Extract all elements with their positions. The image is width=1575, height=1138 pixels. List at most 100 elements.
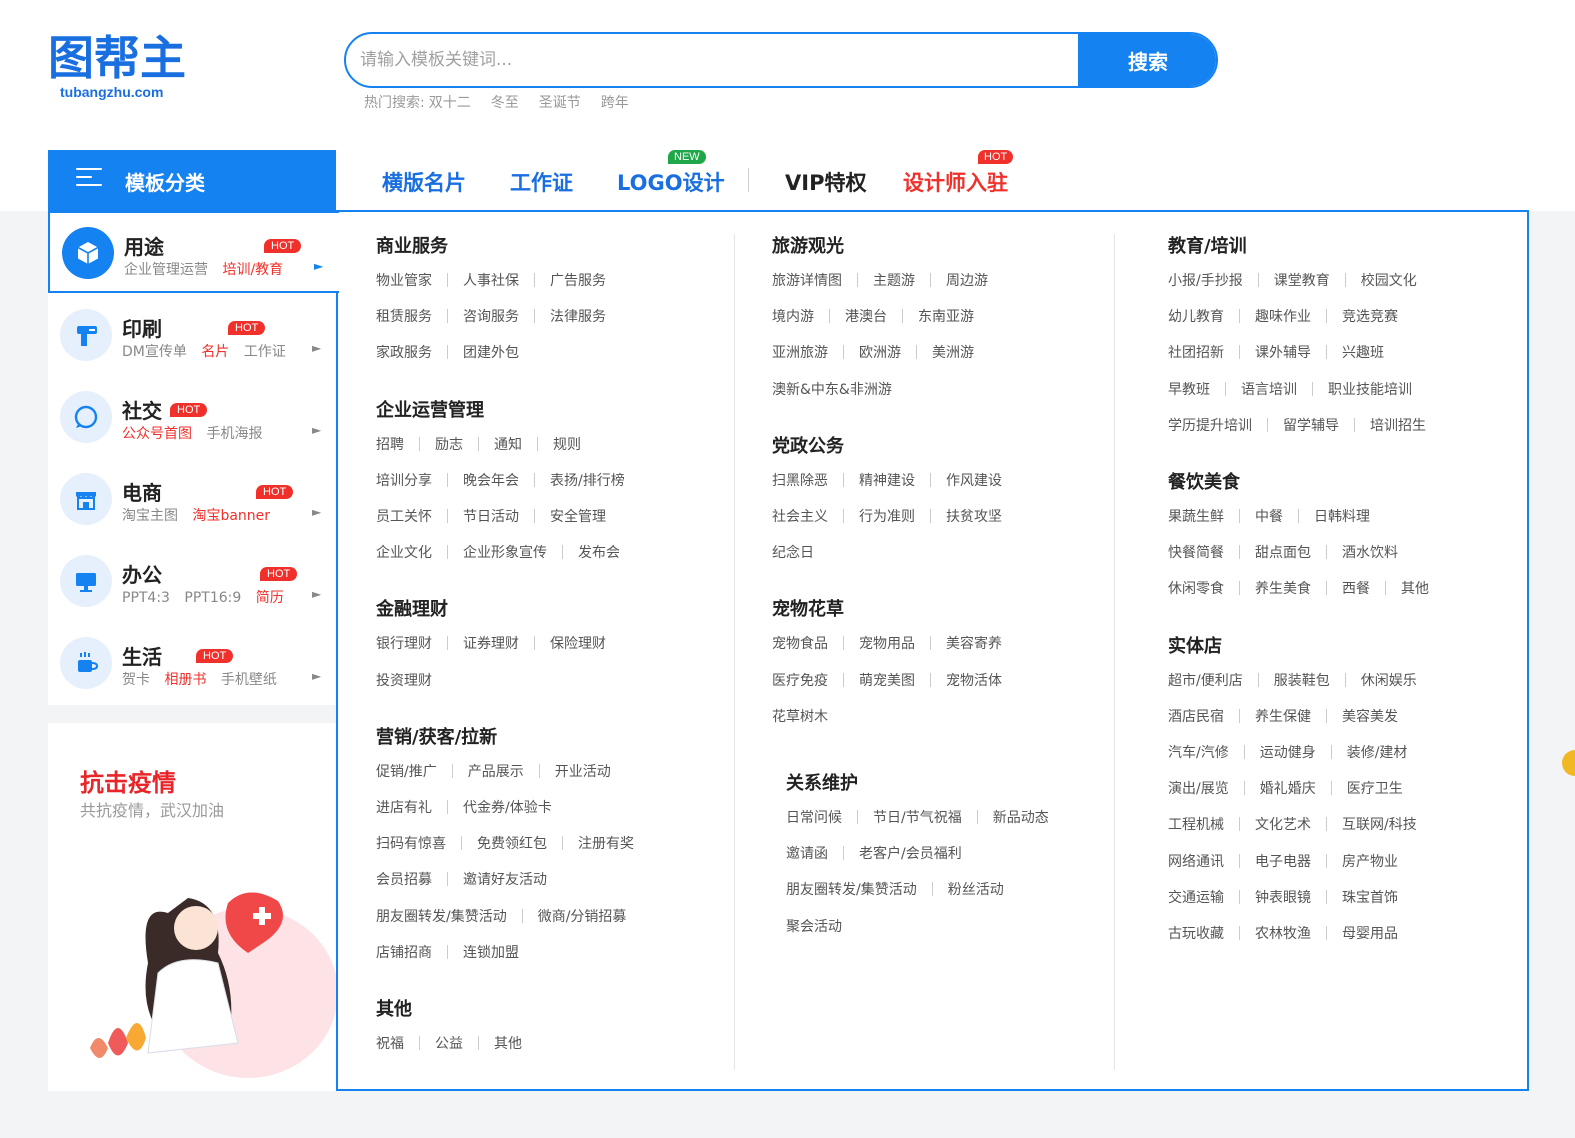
sidebar-sub-link[interactable]: PPT4:3	[122, 590, 170, 606]
category-link[interactable]: 表扬/排行榜	[550, 470, 625, 490]
category-link[interactable]: 服装鞋包	[1274, 670, 1330, 690]
search-input[interactable]	[360, 34, 1060, 86]
category-link[interactable]: 广告服务	[550, 270, 606, 290]
category-link[interactable]: 朋友圈转发/集赞活动	[786, 879, 917, 899]
sidebar-sub-link[interactable]: 淘宝banner	[192, 508, 270, 524]
sidebar-item-ecommerce[interactable]: 电商 HOT 淘宝主图 淘宝banner ►	[48, 459, 336, 541]
category-link[interactable]: 中餐	[1255, 506, 1283, 526]
category-link[interactable]: 语言培训	[1241, 379, 1297, 399]
category-link[interactable]: 促销/推广	[376, 761, 437, 781]
category-link[interactable]: 晚会年会	[463, 470, 519, 490]
sidebar-sub-link[interactable]: 名片	[201, 344, 229, 360]
category-link[interactable]: 汽车/汽修	[1168, 742, 1229, 762]
sidebar-sub-link[interactable]: 培训/教育	[222, 262, 283, 278]
category-link[interactable]: 团建外包	[463, 342, 519, 362]
category-link[interactable]: 果蔬生鲜	[1168, 506, 1224, 526]
category-link[interactable]: 邀请好友活动	[463, 869, 547, 889]
category-link[interactable]: 咨询服务	[463, 306, 519, 326]
category-link[interactable]: 医疗卫生	[1347, 778, 1403, 798]
category-link[interactable]: 扫黑除恶	[772, 470, 828, 490]
nav-vip[interactable]: VIP特权	[785, 167, 866, 197]
nav-logo-design[interactable]: LOGO设计	[617, 167, 725, 197]
category-link[interactable]: 美容寄养	[946, 633, 1002, 653]
epidemic-banner[interactable]: 抗击疫情 共抗疫情，武汉加油	[48, 723, 336, 1091]
category-link[interactable]: 新品动态	[993, 807, 1049, 827]
category-link[interactable]: 珠宝首饰	[1342, 887, 1398, 907]
category-link[interactable]: 纪念日	[772, 542, 814, 562]
category-link[interactable]: 银行理财	[376, 633, 432, 653]
category-link[interactable]: 家政服务	[376, 342, 432, 362]
site-logo[interactable]: 图帮主 tubangzhu.com	[48, 32, 198, 102]
sidebar-sub-link[interactable]: 贺卡	[122, 672, 150, 688]
category-link[interactable]: 进店有礼	[376, 797, 432, 817]
category-link[interactable]: 婚礼婚庆	[1260, 778, 1316, 798]
category-link[interactable]: 网络通讯	[1168, 851, 1224, 871]
category-link[interactable]: 互联网/科技	[1342, 814, 1417, 834]
category-link[interactable]: 钟表眼镜	[1255, 887, 1311, 907]
category-link[interactable]: 人事社保	[463, 270, 519, 290]
sidebar-sub-link[interactable]: 手机海报	[206, 426, 262, 442]
category-link[interactable]: 文化艺术	[1255, 814, 1311, 834]
category-link[interactable]: 精神建设	[859, 470, 915, 490]
category-link[interactable]: 小报/手抄报	[1168, 270, 1243, 290]
category-link[interactable]: 超市/便利店	[1168, 670, 1243, 690]
category-link[interactable]: 投资理财	[376, 670, 432, 690]
category-link[interactable]: 甜点面包	[1255, 542, 1311, 562]
category-link[interactable]: 粉丝活动	[948, 879, 1004, 899]
hot-search-item[interactable]: 双十二	[429, 92, 471, 112]
category-link[interactable]: 早教班	[1168, 379, 1210, 399]
category-link[interactable]: 课堂教育	[1274, 270, 1330, 290]
sidebar-sub-link[interactable]: 手机壁纸	[221, 672, 277, 688]
category-link[interactable]: 古玩收藏	[1168, 923, 1224, 943]
category-link[interactable]: 培训招生	[1370, 415, 1426, 435]
category-link[interactable]: 代金券/体验卡	[463, 797, 552, 817]
category-link[interactable]: 保险理财	[550, 633, 606, 653]
category-link[interactable]: 公益	[435, 1033, 463, 1053]
category-link[interactable]: 租赁服务	[376, 306, 432, 326]
category-link[interactable]: 证券理财	[463, 633, 519, 653]
category-link[interactable]: 交通运输	[1168, 887, 1224, 907]
category-link[interactable]: 留学辅导	[1283, 415, 1339, 435]
category-link[interactable]: 社团招新	[1168, 342, 1224, 362]
category-link[interactable]: 会员招募	[376, 869, 432, 889]
category-link[interactable]: 发布会	[578, 542, 620, 562]
category-link[interactable]: 节日活动	[463, 506, 519, 526]
category-link[interactable]: 物业管家	[376, 270, 432, 290]
category-link[interactable]: 西餐	[1342, 578, 1370, 598]
category-link[interactable]: 美洲游	[932, 342, 974, 362]
sidebar-item-usage[interactable]: 用途 HOT 企业管理运营 培训/教育 ►	[48, 211, 339, 293]
category-link[interactable]: 规则	[553, 434, 581, 454]
nav-designer-join[interactable]: 设计师入驻	[903, 167, 1008, 197]
category-link[interactable]: 农林牧渔	[1255, 923, 1311, 943]
category-link[interactable]: 美容美发	[1342, 706, 1398, 726]
nav-work-badge[interactable]: 工作证	[510, 167, 573, 197]
category-link[interactable]: 澳新&中东&非洲游	[772, 379, 892, 399]
category-link[interactable]: 其他	[494, 1033, 522, 1053]
category-link[interactable]: 注册有奖	[578, 833, 634, 853]
sidebar-sub-link[interactable]: 公众号首图	[122, 426, 192, 442]
category-link[interactable]: 酒水饮料	[1342, 542, 1398, 562]
category-link[interactable]: 企业文化	[376, 542, 432, 562]
category-link[interactable]: 通知	[494, 434, 522, 454]
category-link[interactable]: 法律服务	[550, 306, 606, 326]
category-link[interactable]: 竞选竞赛	[1342, 306, 1398, 326]
category-link[interactable]: 休闲娱乐	[1361, 670, 1417, 690]
category-link[interactable]: 其他	[1401, 578, 1429, 598]
category-link[interactable]: 企业形象宣传	[463, 542, 547, 562]
category-link[interactable]: 主题游	[873, 270, 915, 290]
category-link[interactable]: 朋友圈转发/集赞活动	[376, 906, 507, 926]
category-link[interactable]: 老客户/会员福利	[859, 843, 962, 863]
category-link[interactable]: 休闲零食	[1168, 578, 1224, 598]
category-link[interactable]: 房产物业	[1342, 851, 1398, 871]
sidebar-sub-link[interactable]: DM宣传单	[122, 344, 187, 360]
search-button[interactable]: 搜索	[1078, 34, 1216, 86]
category-link[interactable]: 工程机械	[1168, 814, 1224, 834]
category-link[interactable]: 亚洲旅游	[772, 342, 828, 362]
category-link[interactable]: 境内游	[772, 306, 814, 326]
category-link[interactable]: 母婴用品	[1342, 923, 1398, 943]
template-category-button[interactable]: 模板分类	[48, 150, 336, 211]
category-link[interactable]: 祝福	[376, 1033, 404, 1053]
category-link[interactable]: 周边游	[946, 270, 988, 290]
sidebar-item-social[interactable]: 社交 HOT 公众号首图 手机海报 ►	[48, 377, 336, 459]
category-link[interactable]: 装修/建材	[1347, 742, 1408, 762]
